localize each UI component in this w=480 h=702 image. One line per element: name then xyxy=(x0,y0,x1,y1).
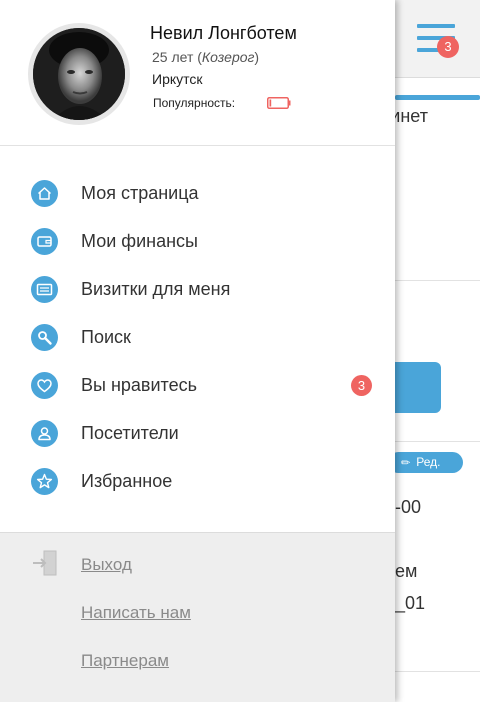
profile-age: 25 лет (Козерог) xyxy=(152,49,259,65)
menu-item-business-cards[interactable]: Визитки для меня xyxy=(0,276,395,324)
divider xyxy=(395,671,480,672)
menu-item-finances[interactable]: Мои финансы xyxy=(0,228,395,276)
menu-item-label: Визитки для меня xyxy=(81,279,231,299)
person-icon xyxy=(31,420,58,447)
logout-link[interactable]: Выход xyxy=(81,555,132,575)
profile-name: Невил Лонгботем xyxy=(150,23,297,43)
battery-icon xyxy=(267,97,291,109)
profile-city: Иркутск xyxy=(152,71,203,87)
likes-count-badge: 3 xyxy=(351,375,372,396)
navigation-drawer: Невил Лонгботем 25 лет (Козерог) Иркутск… xyxy=(0,0,395,702)
menu-item-label: Избранное xyxy=(81,471,173,491)
age-suffix: ) xyxy=(254,49,260,65)
search-icon xyxy=(31,324,58,351)
profile-header: Невил Лонгботем 25 лет (Козерог) Иркутск… xyxy=(0,0,395,146)
menu-bar xyxy=(417,24,455,28)
partners-link[interactable]: Партнерам xyxy=(81,651,169,671)
edit-button[interactable]: ✎ Ред. xyxy=(388,452,463,473)
background-text: -00 xyxy=(395,497,422,517)
edit-label: Ред. xyxy=(416,455,441,469)
menu-item-visitors[interactable]: Посетители xyxy=(0,420,395,468)
background-text: ем xyxy=(395,561,418,581)
age-text: 25 лет ( xyxy=(152,49,202,65)
divider xyxy=(395,441,480,442)
divider xyxy=(395,280,480,281)
menu-item-label: Моя страница xyxy=(81,183,199,203)
menu-item-label: Посетители xyxy=(81,423,179,443)
menu-item-favorites[interactable]: Избранное xyxy=(0,468,395,516)
exit-icon xyxy=(33,550,57,576)
menu-item-label: Поиск xyxy=(81,327,131,347)
zodiac-sign: Козерог xyxy=(201,49,255,65)
wallet-icon xyxy=(31,228,58,255)
card-icon xyxy=(31,276,58,303)
pencil-icon: ✎ xyxy=(398,455,414,471)
popularity-label: Популярность: xyxy=(153,96,236,110)
avatar[interactable] xyxy=(28,23,130,125)
star-icon xyxy=(31,468,58,495)
avatar-portrait xyxy=(33,28,125,120)
menu-item-label: Вы нравитесь xyxy=(81,375,197,395)
menu-item-likes[interactable]: Вы нравитесь 3 xyxy=(0,372,395,420)
background-text: _01 xyxy=(395,593,426,613)
menu-item-my-page[interactable]: Моя страница xyxy=(0,180,395,228)
drawer-footer: Выход Написать нам Партнерам xyxy=(0,532,395,702)
battery-level xyxy=(269,99,272,107)
heart-icon xyxy=(31,372,58,399)
contact-us-link[interactable]: Написать нам xyxy=(81,603,191,623)
notification-badge: 3 xyxy=(437,36,459,58)
accent-line xyxy=(395,95,480,100)
menu-item-search[interactable]: Поиск xyxy=(0,324,395,372)
menu-item-label: Мои финансы xyxy=(81,231,198,251)
avatar-photo xyxy=(33,28,125,120)
home-icon xyxy=(31,180,58,207)
